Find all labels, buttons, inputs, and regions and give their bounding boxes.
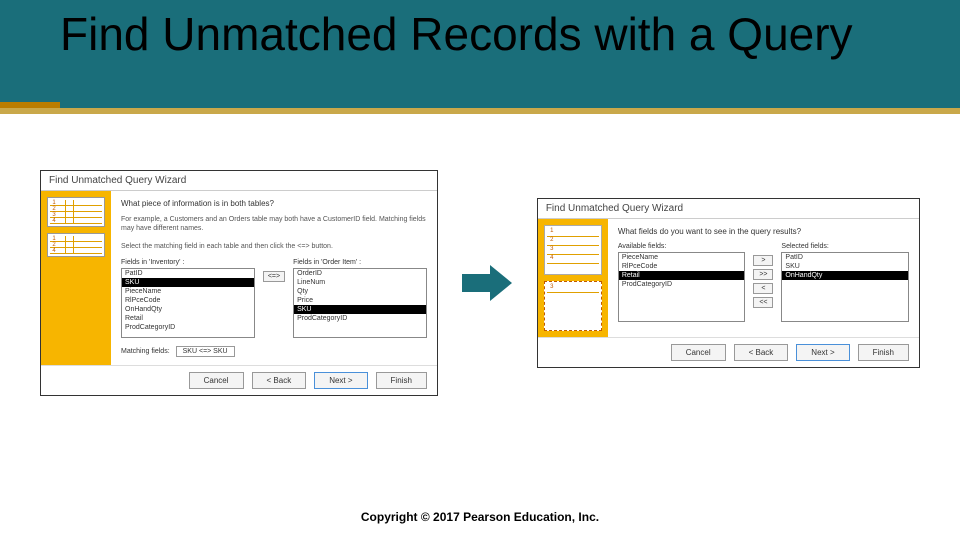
instruction-text: Select the matching field in each table … bbox=[121, 242, 427, 251]
matching-fields-label: Matching fields: bbox=[121, 348, 170, 355]
content-row: Find Unmatched Query Wizard 1 2 3 4 1 2 … bbox=[40, 170, 920, 396]
next-button[interactable]: Next > bbox=[314, 372, 367, 389]
wizard-dialog-matching: Find Unmatched Query Wizard 1 2 3 4 1 2 … bbox=[40, 170, 438, 396]
description-text: For example, a Customers and an Orders t… bbox=[121, 215, 427, 233]
copyright-text: Copyright © 2017 Pearson Education, Inc. bbox=[0, 510, 960, 524]
list-item[interactable]: RlPceCode bbox=[122, 296, 254, 305]
left-fields-listbox[interactable]: PatIDSKUPieceNameRlPceCodeOnHandQtyRetai… bbox=[121, 268, 255, 338]
list-item[interactable]: PieceName bbox=[619, 253, 745, 262]
back-button[interactable]: < Back bbox=[734, 344, 789, 361]
dialog-title: Find Unmatched Query Wizard bbox=[538, 199, 919, 219]
flow-arrow bbox=[458, 265, 517, 301]
next-button[interactable]: Next > bbox=[796, 344, 849, 361]
add-all-button[interactable]: >> bbox=[753, 269, 773, 280]
remove-button[interactable]: < bbox=[753, 283, 773, 294]
list-item[interactable]: SKU bbox=[294, 305, 426, 314]
right-fields-listbox[interactable]: OrderIDLineNumQtyPriceSKUProdCategoryID bbox=[293, 268, 427, 338]
remove-all-button[interactable]: << bbox=[753, 297, 773, 308]
list-item[interactable]: ProdCategoryID bbox=[122, 323, 254, 332]
list-item[interactable]: OrderID bbox=[294, 269, 426, 278]
list-item[interactable]: SKU bbox=[782, 262, 908, 271]
list-item[interactable]: PatID bbox=[122, 269, 254, 278]
finish-button[interactable]: Finish bbox=[858, 344, 909, 361]
wizard-side-graphic: 1 2 3 4 3 bbox=[538, 219, 608, 337]
available-fields-listbox[interactable]: PieceNameRlPceCodeRetailProdCategoryID bbox=[618, 252, 746, 322]
list-item[interactable]: Qty bbox=[294, 287, 426, 296]
match-transfer-button[interactable]: <=> bbox=[263, 271, 285, 282]
question-text: What fields do you want to see in the qu… bbox=[618, 227, 909, 237]
back-button[interactable]: < Back bbox=[252, 372, 307, 389]
list-item[interactable]: LineNum bbox=[294, 278, 426, 287]
list-item[interactable]: Retail bbox=[619, 271, 745, 280]
cancel-button[interactable]: Cancel bbox=[671, 344, 726, 361]
selected-fields-label: Selected fields: bbox=[781, 243, 909, 250]
list-item[interactable]: SKU bbox=[122, 278, 254, 287]
list-item[interactable]: PieceName bbox=[122, 287, 254, 296]
selected-fields-listbox[interactable]: PatIDSKUOnHandQty bbox=[781, 252, 909, 322]
gold-accent-bar-left bbox=[0, 102, 60, 108]
list-item[interactable]: Price bbox=[294, 296, 426, 305]
slide-title: Find Unmatched Records with a Query bbox=[60, 10, 853, 58]
list-item[interactable]: ProdCategoryID bbox=[619, 280, 745, 289]
add-button[interactable]: > bbox=[753, 255, 773, 266]
left-fields-label: Fields in 'Inventory' : bbox=[121, 259, 255, 266]
matching-fields-value: SKU <=> SKU bbox=[176, 346, 235, 357]
list-item[interactable]: OnHandQty bbox=[782, 271, 908, 280]
right-fields-label: Fields in 'Order Item' : bbox=[293, 259, 427, 266]
list-item[interactable]: RlPceCode bbox=[619, 262, 745, 271]
finish-button[interactable]: Finish bbox=[376, 372, 427, 389]
wizard-dialog-select-fields: Find Unmatched Query Wizard 1 2 3 4 3 Wh… bbox=[537, 198, 920, 368]
list-item[interactable]: OnHandQty bbox=[122, 305, 254, 314]
available-fields-label: Available fields: bbox=[618, 243, 746, 250]
question-text: What piece of information is in both tab… bbox=[121, 199, 427, 209]
wizard-side-graphic: 1 2 3 4 1 2 4 bbox=[41, 191, 111, 365]
dialog-title: Find Unmatched Query Wizard bbox=[41, 171, 437, 191]
cancel-button[interactable]: Cancel bbox=[189, 372, 244, 389]
list-item[interactable]: PatID bbox=[782, 253, 908, 262]
list-item[interactable]: Retail bbox=[122, 314, 254, 323]
gold-accent-bar bbox=[0, 108, 960, 114]
list-item[interactable]: ProdCategoryID bbox=[294, 314, 426, 323]
